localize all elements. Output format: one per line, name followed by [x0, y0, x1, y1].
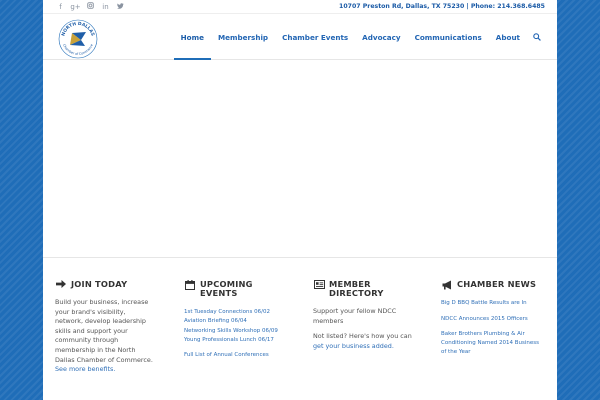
join-today-text: Build your business, increase your brand… — [55, 298, 155, 375]
directory-not-listed-text: Not listed? Here's how you can get your … — [313, 332, 421, 351]
event-link[interactable]: Young Professionals Lunch 06/17 — [184, 336, 294, 345]
footer-upcoming-events: UPCOMING EVENTS 1st Tuesday Connections … — [184, 280, 294, 360]
upcoming-events-heading: UPCOMING EVENTS — [184, 280, 294, 298]
nav-about[interactable]: About — [489, 14, 527, 60]
linkedin-icon[interactable]: in — [100, 2, 111, 12]
top-bar: f g+ in 10707 Preston Rd, Dallas, TX 752… — [43, 0, 557, 14]
nav-chamber-events[interactable]: Chamber Events — [275, 14, 355, 60]
footer-member-directory: MEMBER DIRECTORY Support your fellow NDC… — [313, 280, 421, 351]
nav-communications[interactable]: Communications — [408, 14, 489, 60]
full-list-link[interactable]: Full List of Annual Conferences — [184, 351, 294, 360]
google-plus-icon[interactable]: g+ — [70, 2, 81, 12]
join-today-heading: JOIN TODAY — [55, 280, 155, 289]
nav-membership[interactable]: Membership — [211, 14, 275, 60]
footer-chamber-news: CHAMBER NEWS Big D BBQ Battle Results ar… — [441, 280, 545, 364]
calendar-icon — [184, 280, 196, 290]
see-more-benefits-link[interactable]: See more benefits. — [55, 365, 115, 373]
twitter-icon[interactable] — [115, 2, 126, 12]
page-container: f g+ in 10707 Preston Rd, Dallas, TX 752… — [43, 0, 557, 400]
event-link[interactable]: Networking Skills Workshop 06/09 — [184, 327, 294, 336]
instagram-icon[interactable] — [85, 2, 96, 12]
main-content-area — [43, 61, 557, 257]
footer: JOIN TODAY Build your business, increase… — [43, 257, 557, 400]
join-today-title: JOIN TODAY — [71, 279, 128, 289]
contact-info: 10707 Preston Rd, Dallas, TX 75230 | Pho… — [339, 3, 545, 10]
megaphone-icon — [441, 280, 453, 290]
site-header: NORTH DALLAS Chamber of Commerce Home Me… — [43, 14, 557, 60]
id-card-icon — [313, 280, 325, 289]
nav-home[interactable]: Home — [173, 14, 212, 60]
nav-advocacy[interactable]: Advocacy — [355, 14, 407, 60]
arrow-right-icon — [55, 280, 67, 288]
main-navigation: Home Membership Chamber Events Advocacy … — [173, 14, 547, 60]
event-link[interactable]: 1st Tuesday Connections 06/02 — [184, 308, 294, 317]
event-link[interactable]: Aviation Briefing 06/04 — [184, 317, 294, 326]
chamber-news-title: CHAMBER NEWS — [457, 279, 537, 289]
upcoming-events-title-line2: EVENTS — [200, 288, 238, 298]
directory-support-text: Support your fellow NDCC members — [313, 307, 397, 325]
member-directory-heading: MEMBER DIRECTORY — [313, 280, 421, 298]
events-list: 1st Tuesday Connections 06/02 Aviation B… — [184, 308, 294, 360]
social-links: f g+ in — [55, 2, 126, 12]
search-icon[interactable] — [527, 14, 547, 60]
member-directory-title-line2: DIRECTORY — [329, 288, 384, 298]
news-link[interactable]: Big D BBQ Battle Results are In — [441, 299, 545, 308]
north-dallas-chamber-logo[interactable]: NORTH DALLAS Chamber of Commerce — [57, 18, 99, 60]
news-list: Big D BBQ Battle Results are In NDCC Ann… — [441, 299, 545, 357]
news-link[interactable]: NDCC Announces 2015 Officers — [441, 315, 545, 324]
facebook-icon[interactable]: f — [55, 2, 66, 12]
not-listed-text: Not listed? Here's how you can — [313, 332, 412, 341]
news-link[interactable]: Baker Brothers Plumbing & Air Conditioni… — [441, 330, 545, 356]
chamber-news-heading: CHAMBER NEWS — [441, 280, 545, 290]
get-business-added-link[interactable]: get your business added. — [313, 342, 394, 350]
join-today-body: Build your business, increase your brand… — [55, 298, 153, 364]
footer-join-today: JOIN TODAY Build your business, increase… — [55, 280, 155, 375]
